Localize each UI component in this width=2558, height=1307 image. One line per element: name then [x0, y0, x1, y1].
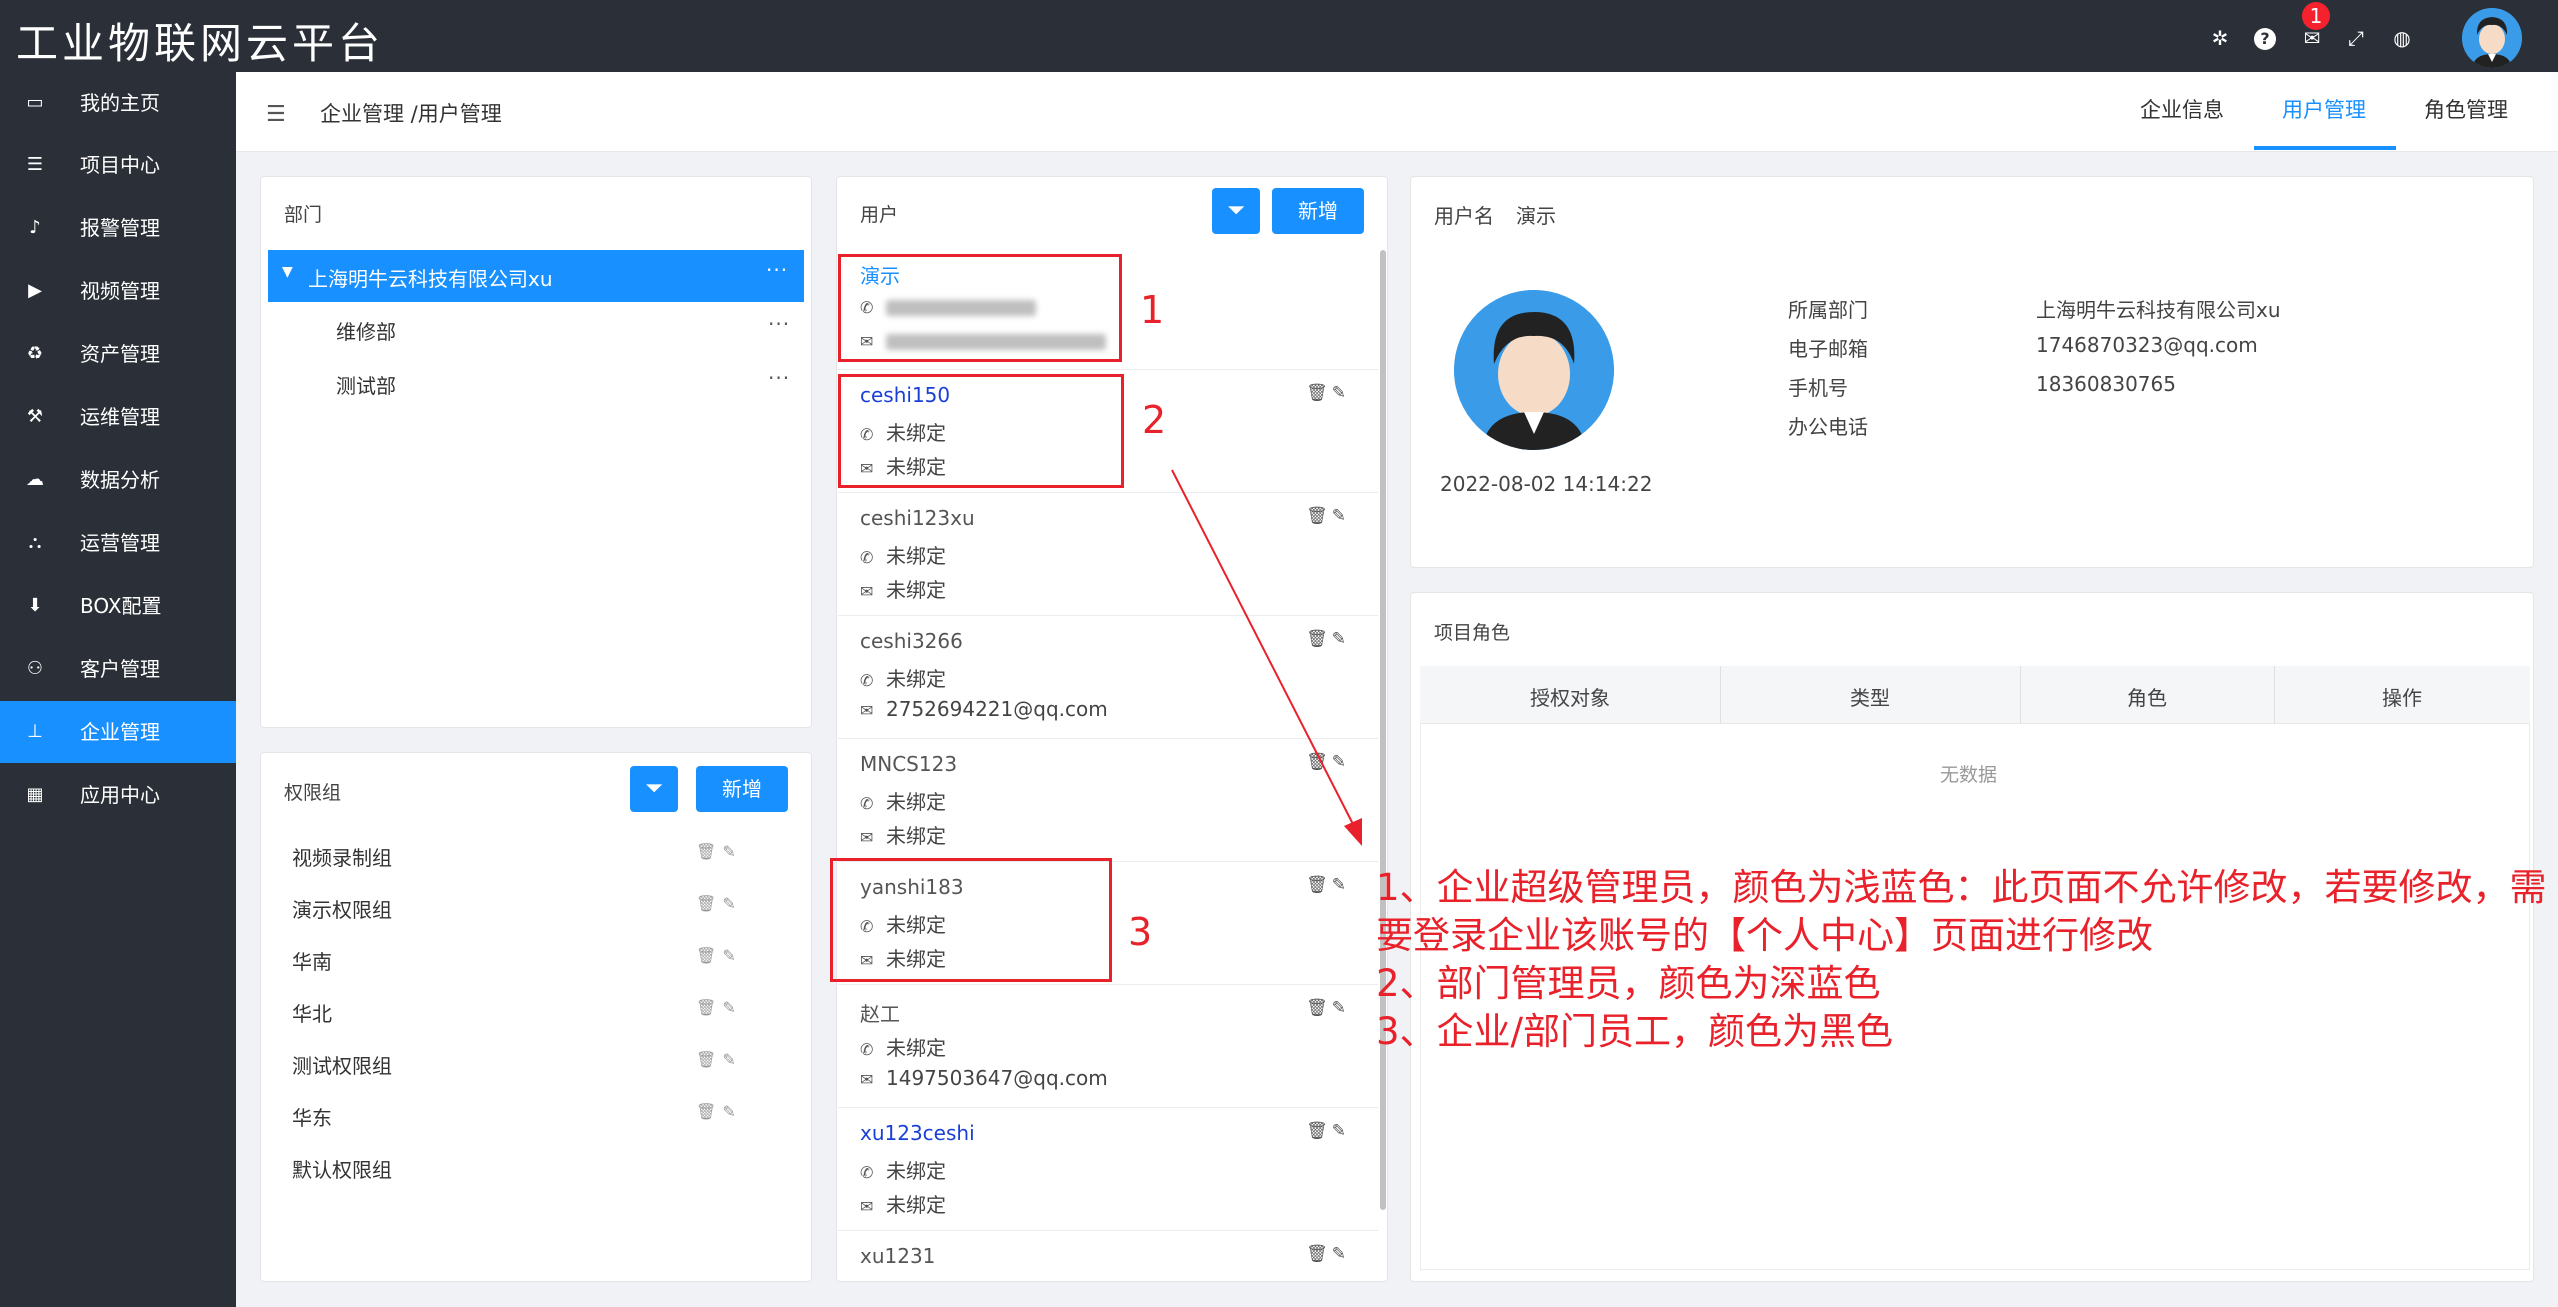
- annotation-note: 要登录企业该账号的【个人中心】页面进行修改: [1376, 914, 2153, 957]
- annotation-note: 2、部门管理员，颜色为深蓝色: [1376, 962, 1881, 1005]
- annotation-note: 3、企业/部门员工，颜色为黑色: [1376, 1010, 1894, 1053]
- annotation-arrow: [1171, 469, 1362, 846]
- annotation-note: 1、企业超级管理员，颜色为浅蓝色：此页面不允许修改，若要修改，需: [1376, 866, 2547, 909]
